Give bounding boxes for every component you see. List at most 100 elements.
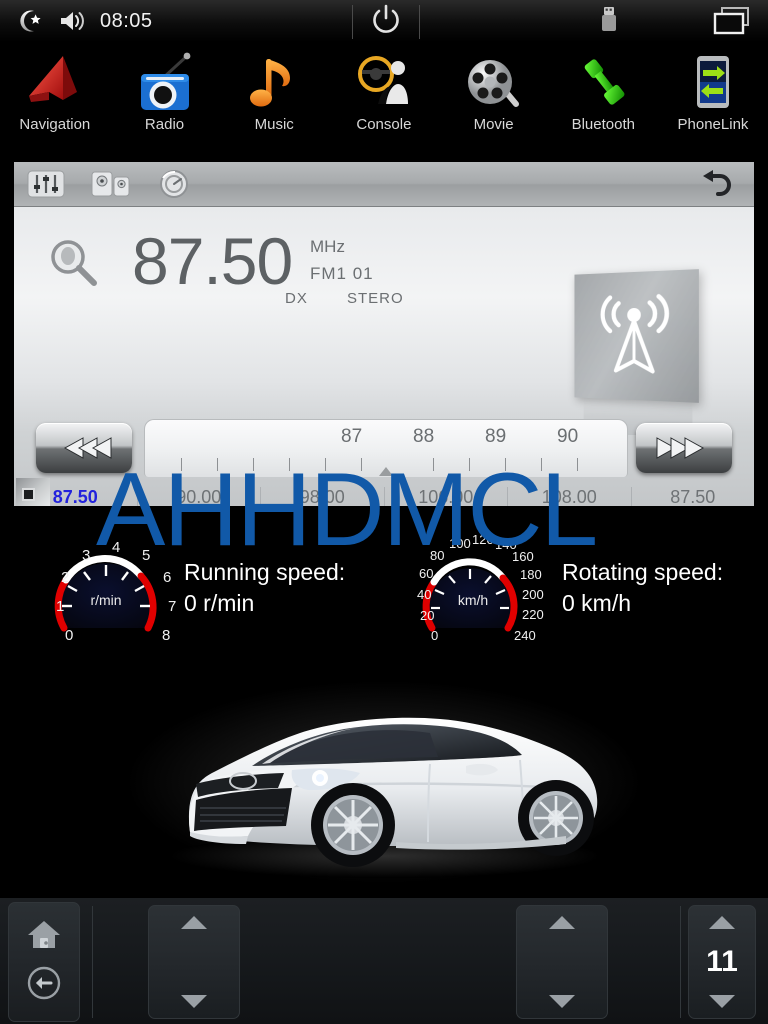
speedo-tick: 0 — [431, 628, 439, 643]
back-circle-icon[interactable] — [24, 963, 64, 1008]
speedo-tick: 220 — [522, 607, 544, 622]
home-back-button-group — [8, 902, 80, 1022]
usb-drive-icon — [598, 4, 620, 41]
dial-pointer — [379, 467, 393, 476]
rotating-speed-label: Rotating speed: — [562, 559, 724, 585]
bar-divider-2 — [680, 906, 681, 1018]
home-icon[interactable] — [24, 916, 64, 957]
tach-tick: 6 — [163, 569, 172, 586]
preset-list: 87.50 90.00 98.00 106.00 108.00 87.50 — [14, 485, 755, 507]
app-label: Radio — [144, 116, 185, 133]
window-resize-handle[interactable] — [16, 478, 50, 506]
dial-label: 87 — [341, 426, 363, 447]
down-arrow-icon[interactable] — [709, 995, 735, 1008]
preset-item[interactable]: 106.00 — [385, 486, 508, 506]
app-label: PhoneLink — [677, 116, 749, 133]
speedo-tick: 20 — [420, 608, 435, 623]
radio-body: 87.50 MHz FM1 01 DX STERO F — [14, 207, 755, 507]
radio-tower-icon — [574, 269, 699, 403]
rotating-speed-readout: Rotating speed: 0 km/h — [562, 557, 723, 619]
equalizer-icon[interactable] — [26, 169, 66, 199]
preset-item[interactable]: 87.50 — [632, 487, 755, 507]
app-label: Navigation — [19, 116, 91, 133]
car-infotainment-screen: 08:05 Navigation Radio Music Console Mov… — [0, 0, 768, 1024]
status-divider-left — [352, 4, 353, 39]
up-arrow-icon[interactable] — [181, 916, 207, 929]
power-icon[interactable] — [371, 2, 401, 41]
car-stage — [0, 660, 768, 895]
speaker-icon[interactable] — [50, 9, 94, 33]
tach-tick: 0 — [65, 627, 74, 644]
app-music[interactable]: Music — [219, 42, 329, 154]
speedo-tick: 60 — [419, 566, 434, 581]
status-divider-right — [419, 4, 420, 39]
tach-tick: 2 — [61, 569, 70, 586]
speedo-tick: 180 — [520, 567, 542, 582]
speedo-tick: 40 — [417, 587, 432, 602]
preset-item[interactable]: 108.00 — [508, 486, 632, 506]
up-arrow-icon[interactable] — [709, 916, 735, 929]
tach-tick: 5 — [142, 547, 151, 564]
film-reel-icon — [458, 48, 530, 118]
stereo-label[interactable]: STERO — [347, 290, 404, 307]
tach-tick: 4 — [112, 539, 121, 556]
back-arrow-icon[interactable] — [698, 168, 736, 205]
dial-numbers: 87 88 89 90 — [145, 420, 627, 454]
tach-tick: 8 — [162, 627, 171, 644]
running-speed-value: 0 r/min — [184, 590, 255, 616]
magnifier-icon[interactable] — [46, 235, 102, 296]
app-bluetooth[interactable]: Bluetooth — [548, 42, 658, 154]
radio-icon — [129, 48, 201, 118]
frequency-unit: MHz — [310, 237, 345, 256]
app-label: Bluetooth — [571, 116, 635, 133]
app-phonelink[interactable]: PhoneLink — [658, 42, 768, 154]
app-movie[interactable]: Movie — [439, 42, 549, 154]
phone-handset-icon — [567, 48, 639, 118]
speedometer-gauge: km/h 0 20 40 60 80 100 120 140 160 180 2… — [410, 528, 544, 648]
preset-item[interactable]: 98.00 — [261, 486, 385, 506]
loudness-icon[interactable] — [156, 168, 192, 200]
dial-label: 90 — [557, 426, 579, 447]
frequency-value: 87.50 — [132, 224, 293, 298]
phone-link-icon — [677, 48, 749, 118]
app-label: Movie — [473, 116, 514, 133]
tuning-row: 87 88 89 90 — [14, 417, 754, 479]
running-speed-readout: Running speed: 0 r/min — [184, 557, 345, 619]
tach-tick: 1 — [56, 598, 65, 615]
radio-window: 87.50 MHz FM1 01 DX STERO F — [12, 160, 756, 508]
app-navigation[interactable]: Navigation — [0, 42, 110, 154]
navigation-arrow-icon — [19, 48, 91, 118]
up-arrow-icon[interactable] — [549, 916, 575, 929]
speedo-tick: 120 — [472, 532, 494, 547]
running-speed-label: Running speed: — [184, 559, 346, 585]
volume-stepper[interactable]: 11 — [688, 905, 756, 1019]
down-arrow-icon[interactable] — [181, 995, 207, 1008]
left-temperature-stepper[interactable] — [148, 905, 240, 1019]
preset-item[interactable]: 90.00 — [138, 486, 261, 506]
volume-value: 11 — [706, 945, 738, 978]
dial-label: 88 — [413, 426, 435, 447]
music-note-icon — [238, 48, 310, 118]
seek-forward-icon[interactable] — [636, 423, 732, 473]
speedo-tick: 80 — [430, 548, 445, 563]
tachometer-gauge: r/min 0 1 2 3 4 5 6 7 8 — [36, 528, 176, 648]
down-arrow-icon[interactable] — [549, 995, 575, 1008]
app-label: Console — [356, 116, 412, 133]
right-temperature-stepper[interactable] — [516, 905, 608, 1019]
moon-star-icon[interactable] — [10, 8, 50, 34]
app-launcher-row: Navigation Radio Music Console Movie Blu… — [0, 42, 768, 154]
rotating-speed-value: 0 km/h — [562, 590, 632, 616]
speedo-tick: 200 — [522, 587, 544, 602]
white-sedan-car-image — [170, 717, 600, 878]
steering-wheel-icon — [348, 48, 420, 118]
app-console[interactable]: Console — [329, 42, 439, 154]
speedo-tick: 240 — [514, 628, 536, 643]
sensitivity-label[interactable]: DX — [285, 290, 308, 307]
app-radio[interactable]: Radio — [110, 42, 220, 154]
tuning-dial[interactable]: 87 88 89 90 — [144, 419, 628, 477]
band-preset-label: FM1 01 — [310, 264, 374, 283]
recent-apps-icon[interactable] — [712, 6, 754, 41]
speaker-balance-icon[interactable] — [90, 169, 132, 199]
seek-backward-icon[interactable] — [36, 423, 132, 473]
climate-control-bar: A/C SYNC AUTO — [0, 896, 768, 1024]
